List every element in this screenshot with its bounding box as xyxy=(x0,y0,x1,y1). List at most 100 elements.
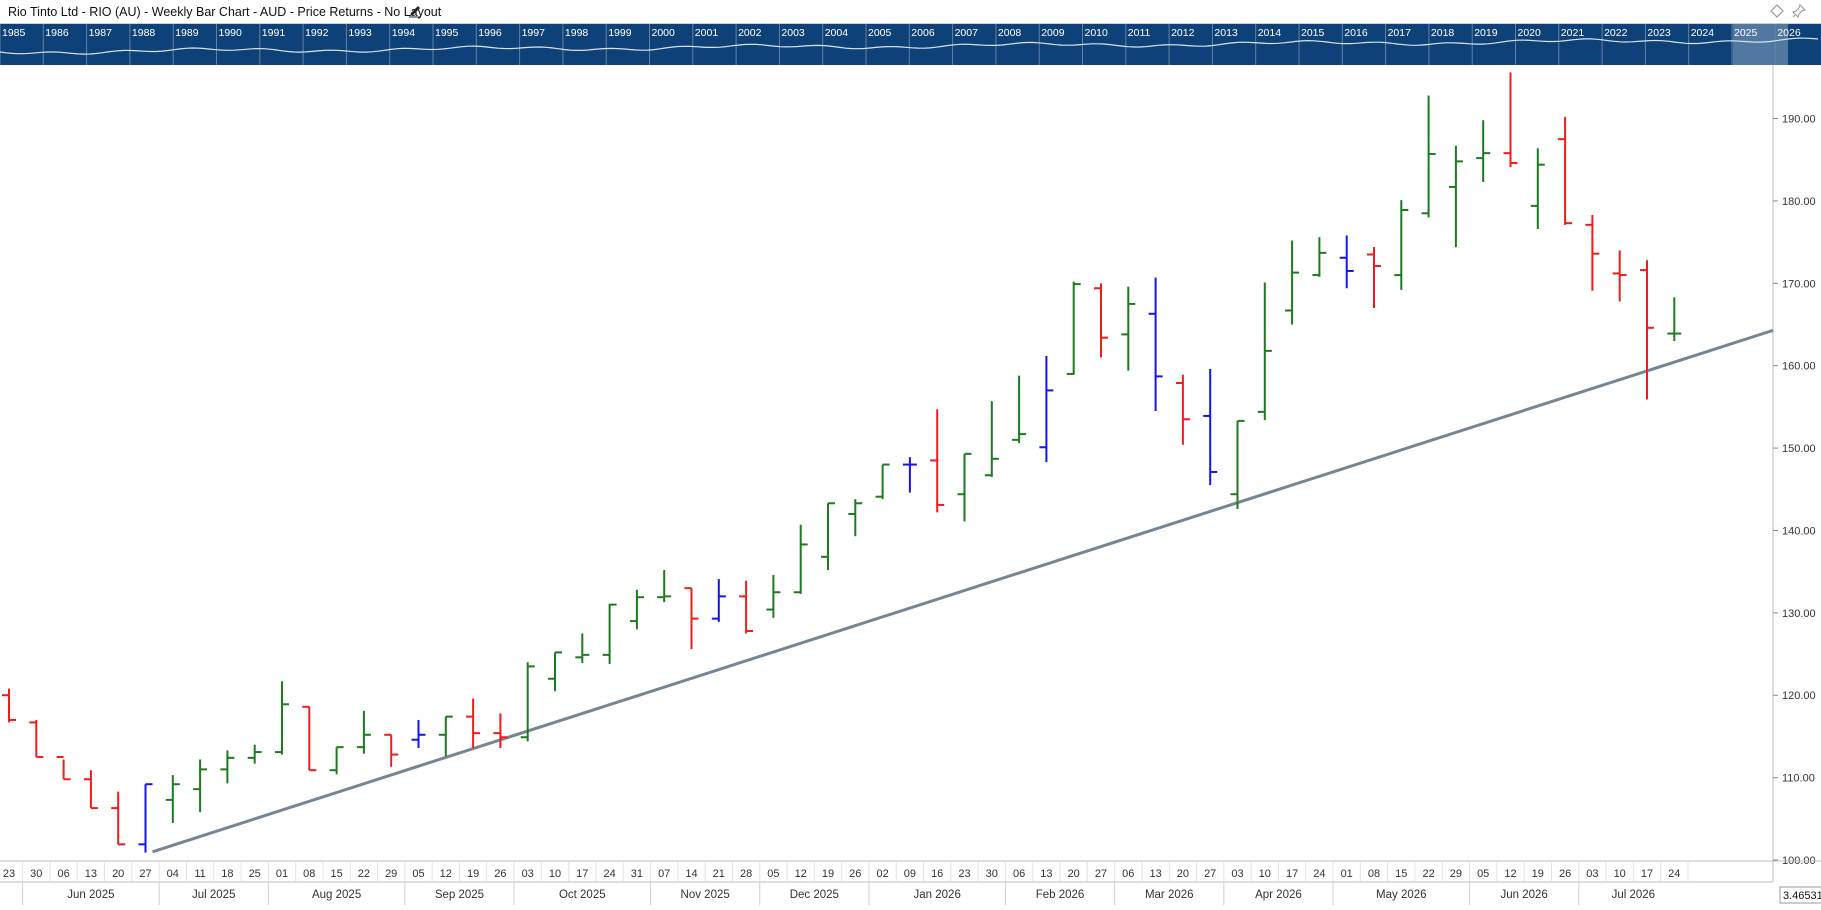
ohlc-bar xyxy=(438,715,453,757)
x-day-label: 29 xyxy=(1450,868,1462,880)
x-day-label: 19 xyxy=(1532,868,1544,880)
x-month-label: Feb 2026 xyxy=(1036,889,1085,901)
ohlc-bar xyxy=(1476,120,1491,182)
diamond-icon[interactable] xyxy=(1770,4,1784,23)
ohlc-bar xyxy=(384,733,399,767)
x-day-label: 24 xyxy=(1668,868,1680,880)
y-tick-label: 170.00 xyxy=(1782,278,1816,290)
ohlc-bar xyxy=(984,401,999,477)
ohlc-bar xyxy=(1066,281,1081,375)
overview-year-label: 2018 xyxy=(1431,27,1455,39)
y-tick-label: 110.00 xyxy=(1782,773,1815,785)
y-tick-label: 180.00 xyxy=(1782,196,1816,208)
x-day-label: 30 xyxy=(986,868,998,880)
x-day-label: 06 xyxy=(1013,868,1025,880)
ohlc-bar xyxy=(138,783,153,853)
x-day-label: 30 xyxy=(30,868,42,880)
overview-year-label: 2023 xyxy=(1647,27,1671,39)
x-month-label: Nov 2025 xyxy=(681,889,730,901)
overview-year-label: 1992 xyxy=(305,27,329,39)
overview-year-label: 1986 xyxy=(45,27,69,39)
x-day-label: 21 xyxy=(713,868,725,880)
x-day-label: 17 xyxy=(1286,868,1298,880)
overview-year-label: 2026 xyxy=(1777,27,1801,39)
overview-year-label: 1999 xyxy=(608,27,632,39)
overview-year-label: 1993 xyxy=(348,27,372,39)
ohlc-bar xyxy=(575,633,590,664)
trendline xyxy=(152,328,1774,854)
overview-year-label: 2009 xyxy=(1041,27,1065,39)
ohlc-bar xyxy=(1203,368,1218,486)
ohlc-bar xyxy=(220,750,235,784)
overview-year-label: 1998 xyxy=(565,27,589,39)
ohlc-bar xyxy=(1148,277,1163,412)
x-day-label: 24 xyxy=(603,868,615,880)
ohlc-bar xyxy=(1175,374,1190,445)
price-chart[interactable]: 100.00110.00120.00130.00140.00150.00160.… xyxy=(0,65,1821,905)
x-day-label: 27 xyxy=(1095,868,1107,880)
pin-icon[interactable] xyxy=(1791,3,1807,23)
x-day-label: 05 xyxy=(412,868,424,880)
x-month-label: Jul 2025 xyxy=(192,889,235,901)
ohlc-bar xyxy=(629,589,644,630)
ohlc-bar xyxy=(684,587,699,650)
title-bar: Rio Tinto Ltd - RIO (AU) - Weekly Bar Ch… xyxy=(0,0,1821,24)
y-tick-label: 160.00 xyxy=(1782,361,1816,373)
ohlc-bar xyxy=(657,570,672,603)
x-month-label: Jul 2026 xyxy=(1612,889,1655,901)
x-month-label: Jun 2025 xyxy=(67,889,114,901)
x-day-label: 14 xyxy=(685,868,697,880)
ohlc-bar xyxy=(83,770,98,810)
pencil-icon[interactable] xyxy=(408,4,422,23)
overview-year-label: 2014 xyxy=(1258,27,1282,39)
ohlc-bar xyxy=(1530,148,1545,229)
x-day-label: 18 xyxy=(221,868,233,880)
x-day-label: 08 xyxy=(303,868,315,880)
x-day-label: 10 xyxy=(1614,868,1626,880)
ohlc-bar xyxy=(1612,250,1627,302)
x-month-label: Sep 2025 xyxy=(435,889,484,901)
x-day-label: 24 xyxy=(1313,868,1325,880)
x-day-label: 17 xyxy=(1641,868,1653,880)
y-tick-label: 130.00 xyxy=(1782,608,1816,620)
overview-year-label: 2025 xyxy=(1734,27,1758,39)
x-day-label: 03 xyxy=(522,868,534,880)
x-day-label: 26 xyxy=(849,868,861,880)
x-day-label: 03 xyxy=(1586,868,1598,880)
ohlc-bar xyxy=(548,651,562,692)
x-day-label: 26 xyxy=(494,868,506,880)
ohlc-bar xyxy=(711,579,726,622)
x-day-label: 27 xyxy=(1204,868,1216,880)
overview-year-label: 1985 xyxy=(2,27,26,39)
ohlc-bar xyxy=(1640,260,1654,400)
x-day-label: 06 xyxy=(57,868,69,880)
ohlc-bar xyxy=(1503,72,1518,168)
x-day-label: 28 xyxy=(740,868,752,880)
chart-area[interactable]: 100.00 110.00 120.00 130.00 140.00 150.00 160.… xyxy=(0,65,1821,905)
overview-year-label: 1994 xyxy=(392,27,416,39)
x-day-label: 13 xyxy=(85,868,97,880)
ohlc-bar xyxy=(111,791,126,846)
x-day-label: 02 xyxy=(876,868,888,880)
overview-strip[interactable]: 1985 1986 1987 1988 1989 1990 1991 1992 1993 1994… xyxy=(0,24,1821,65)
x-day-label: 10 xyxy=(549,868,561,880)
x-day-label: 26 xyxy=(1559,868,1571,880)
x-day-label: 15 xyxy=(330,868,342,880)
ohlc-bar xyxy=(793,524,808,594)
x-day-label: 06 xyxy=(1122,868,1134,880)
ohlc-bar xyxy=(1257,282,1272,421)
x-day-label: 22 xyxy=(358,868,370,880)
x-day-label: 17 xyxy=(576,868,588,880)
y-tick-label: 140.00 xyxy=(1782,525,1816,537)
overview-navigator[interactable]: 1985 1986 1987 1988 1989 1990 1991 1992 1993 1994… xyxy=(0,24,1821,65)
x-day-label: 20 xyxy=(1177,868,1189,880)
overview-year-label: 2012 xyxy=(1171,27,1195,39)
x-day-label: 13 xyxy=(1149,868,1161,880)
overview-year-label: 2022 xyxy=(1604,27,1628,39)
overview-year-label: 2004 xyxy=(825,27,849,39)
x-day-label: 01 xyxy=(276,868,288,880)
x-day-label: 19 xyxy=(467,868,479,880)
ohlc-bar xyxy=(1394,200,1409,290)
ohlc-bar xyxy=(902,457,917,493)
ohlc-bar xyxy=(739,580,754,634)
